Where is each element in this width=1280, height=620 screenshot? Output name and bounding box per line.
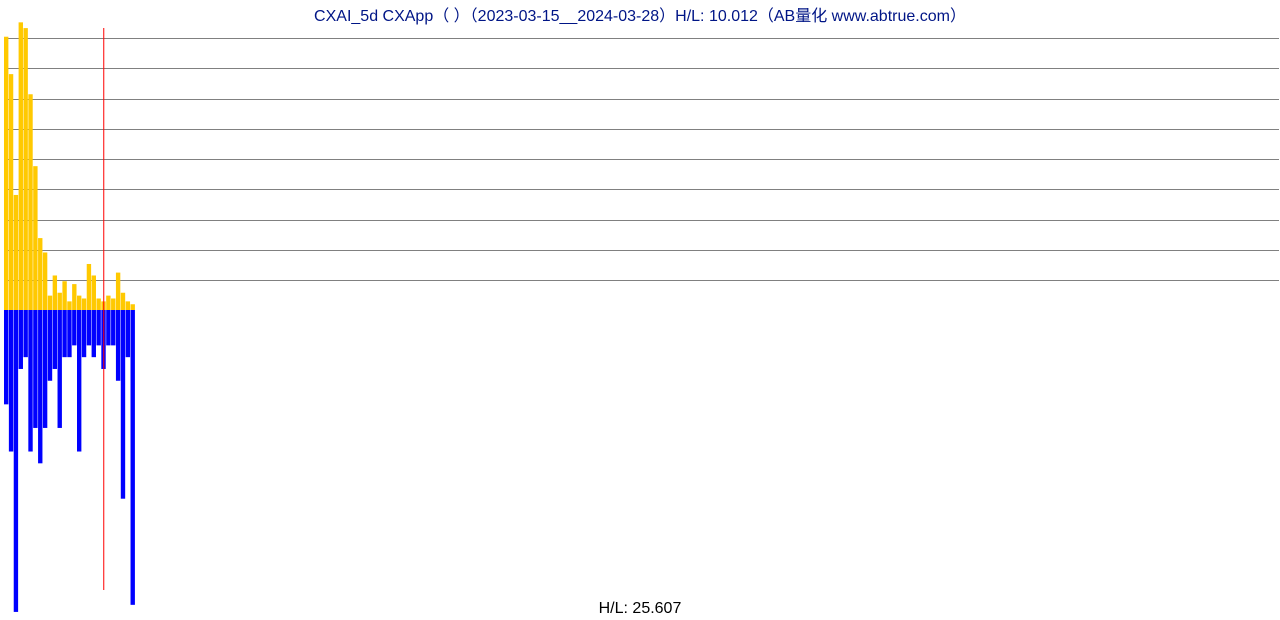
bottom-panel-bars — [4, 310, 135, 612]
chart-grid — [4, 39, 1279, 281]
top-panel-bars — [4, 22, 135, 310]
chart-svg — [0, 0, 1280, 620]
footer-hl-label: H/L: 25.607 — [0, 600, 1280, 620]
chart-container: CXAI_5d CXApp（ ）（2023-03-15__2024-03-28）… — [0, 0, 1280, 620]
